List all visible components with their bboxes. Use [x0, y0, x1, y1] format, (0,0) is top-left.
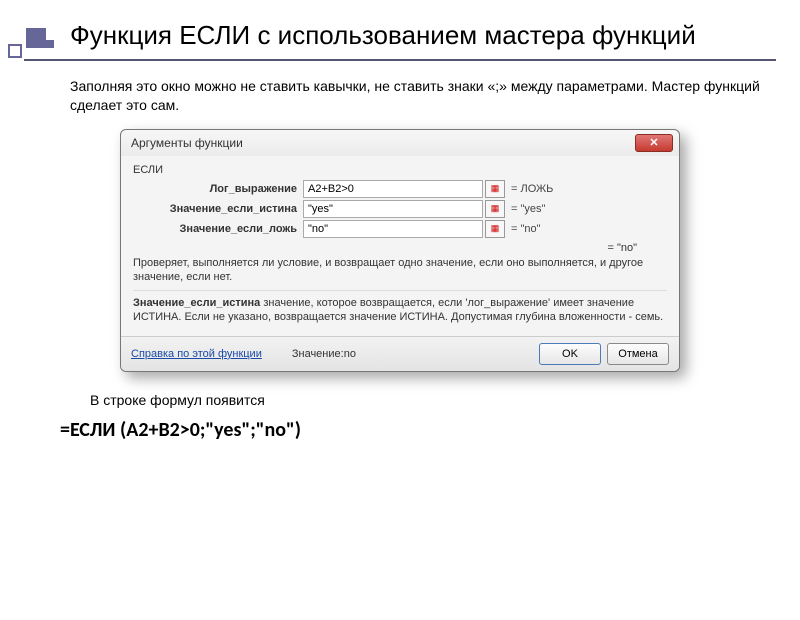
arg-input-if-false[interactable]: [303, 220, 483, 238]
after-text: В строке формул появится: [90, 392, 800, 408]
function-name: ЕСЛИ: [133, 164, 667, 176]
arg-label: Лог_выражение: [133, 183, 303, 195]
resulting-formula: =ЕСЛИ (A2+B2>0;"yes";"no"): [60, 418, 800, 442]
result-preview: = "no": [133, 242, 667, 254]
title-divider: [24, 59, 776, 61]
range-selector-icon[interactable]: ▦: [485, 180, 505, 198]
arg-eval: = ЛОЖЬ: [511, 183, 553, 195]
dialog-footer: Справка по этой функции Значение:no OK О…: [121, 336, 679, 371]
arg-label: Значение_если_истина: [133, 203, 303, 215]
range-selector-icon[interactable]: ▦: [485, 200, 505, 218]
arg-row-if-false: Значение_если_ложь ▦ = "no": [133, 220, 667, 238]
arg-row-if-true: Значение_если_истина ▦ = "yes": [133, 200, 667, 218]
arg-input-log-expression[interactable]: [303, 180, 483, 198]
function-description: Проверяет, выполняется ли условие, и воз…: [133, 257, 667, 285]
arg-eval: = "no": [511, 223, 541, 235]
parameter-description: Значение_если_истина значение, которое в…: [133, 297, 667, 325]
help-link[interactable]: Справка по этой функции: [131, 348, 262, 360]
arg-label: Значение_если_ложь: [133, 223, 303, 235]
param-desc-name: Значение_если_истина: [133, 297, 260, 309]
slide-description: Заполняя это окно можно не ставить кавыч…: [70, 77, 760, 115]
function-arguments-dialog: Аргументы функции ✕ ЕСЛИ Лог_выражение ▦…: [120, 129, 680, 372]
arg-row-log-expression: Лог_выражение ▦ = ЛОЖЬ: [133, 180, 667, 198]
dialog-title: Аргументы функции: [131, 136, 243, 150]
cancel-button[interactable]: Отмена: [607, 343, 669, 365]
dialog-close-button[interactable]: ✕: [635, 134, 673, 152]
dialog-titlebar: Аргументы функции ✕: [121, 130, 679, 156]
slide-decoration: [8, 28, 68, 68]
close-icon: ✕: [649, 136, 658, 149]
value-label: Значение:no: [292, 348, 356, 360]
range-selector-icon[interactable]: ▦: [485, 220, 505, 238]
slide-title: Функция ЕСЛИ с использованием мастера фу…: [70, 20, 776, 51]
arg-input-if-true[interactable]: [303, 200, 483, 218]
ok-button[interactable]: OK: [539, 343, 601, 365]
arg-eval: = "yes": [511, 203, 545, 215]
